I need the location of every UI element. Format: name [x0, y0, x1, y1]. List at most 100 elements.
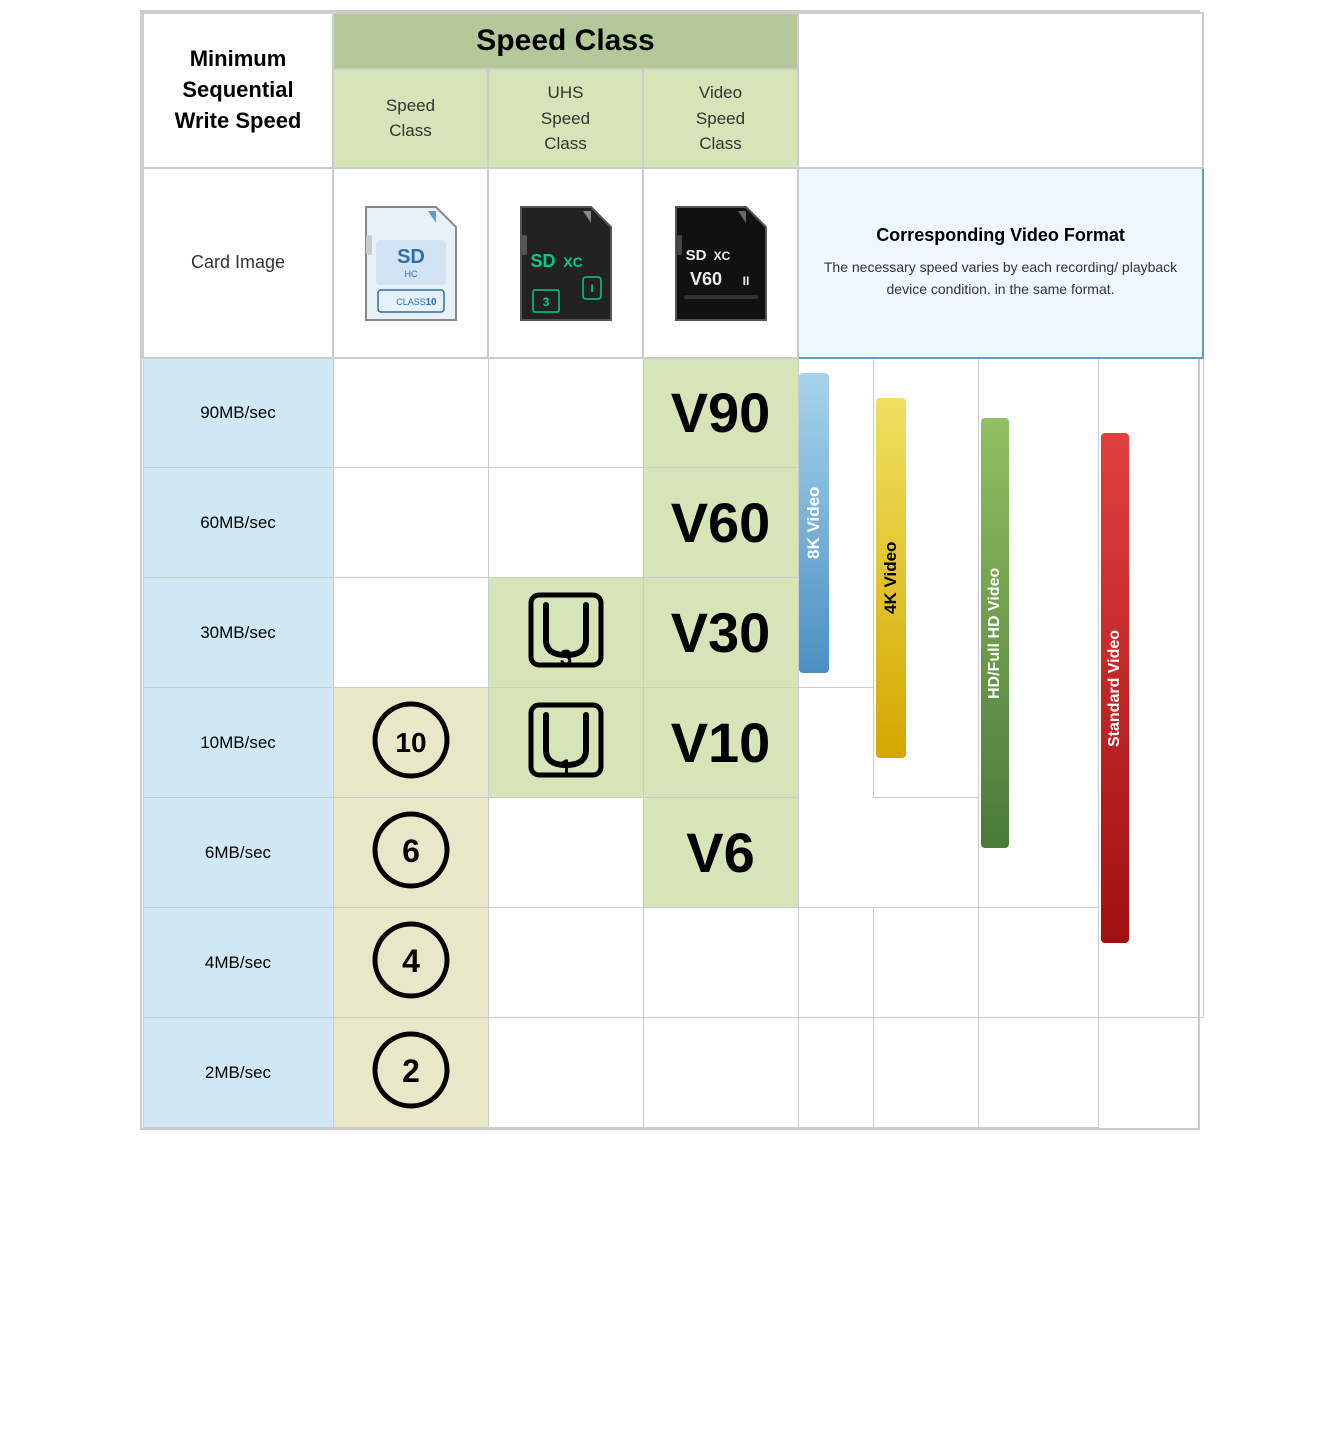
sdxc-i-card-cell: SD XC I 3 — [488, 168, 643, 358]
svg-text:10: 10 — [395, 727, 426, 758]
speed-6-label: 6MB/sec — [205, 843, 271, 862]
speed-6: 6MB/sec — [143, 798, 333, 908]
svg-text:I: I — [590, 283, 593, 295]
u3-symbol-svg: 3 — [526, 590, 606, 670]
speed-30-label: 30MB/sec — [200, 623, 276, 642]
uhs-speed-class-sub: UHSSpeedClass — [488, 69, 643, 168]
main-container: MinimumSequentialWrite Speed Speed Class… — [140, 10, 1200, 1130]
sc-c6-cell: 6 — [333, 798, 488, 908]
speed-class-header: Speed Class — [333, 13, 798, 69]
uhs-4-empty — [488, 908, 643, 1018]
vsc-2-empty — [643, 1018, 798, 1128]
col7-2mb — [978, 1018, 1098, 1128]
4k-video-label: 4K Video — [876, 398, 906, 758]
sc-90-empty — [333, 358, 488, 468]
svg-text:6: 6 — [402, 833, 420, 869]
uhs-2-empty — [488, 1018, 643, 1128]
sdhc-card-svg: SD HC CLASS 10 — [356, 195, 466, 325]
c10-symbol-svg: 10 — [371, 700, 451, 780]
sc-c10-cell: 10 — [333, 688, 488, 798]
speed-10: 10MB/sec — [143, 688, 333, 798]
svg-text:10: 10 — [425, 297, 437, 308]
sdxc-ii-card-svg: SD XC V60 II — [666, 195, 776, 325]
8k-video-label: 8K Video — [799, 373, 829, 673]
std-video-label: Standard Video — [1101, 433, 1129, 943]
uhs-90-empty — [488, 358, 643, 468]
v60-symbol: V60 — [671, 491, 771, 554]
svg-text:HC: HC — [404, 269, 417, 279]
c6-symbol-svg: 6 — [371, 810, 451, 890]
card-image-label: Card Image — [191, 252, 285, 272]
row-90mb: 90MB/sec V90 8K Video 4K Video — [143, 358, 1203, 468]
svg-text:XC: XC — [563, 254, 582, 270]
hd-video-cell: HD/Full HD Video — [978, 358, 1098, 908]
svg-text:2: 2 — [402, 1053, 420, 1089]
c4-symbol-svg: 4 — [371, 920, 451, 1000]
speed-60-label: 60MB/sec — [200, 513, 276, 532]
speed-10-label: 10MB/sec — [200, 733, 276, 752]
v90-symbol: V90 — [671, 381, 771, 444]
v30-symbol: V30 — [671, 601, 771, 664]
col5-2mb — [798, 1018, 873, 1128]
uhs-speed-class-sub-label: UHSSpeedClass — [541, 83, 590, 153]
empty-top-right — [798, 13, 1203, 168]
hd-video-text: HD/Full HD Video — [986, 567, 1004, 698]
svg-text:V60: V60 — [690, 269, 722, 289]
vsc-v6: V6 — [643, 798, 798, 908]
min-write-header: MinimumSequentialWrite Speed — [143, 13, 333, 168]
sc-c4-cell: 4 — [333, 908, 488, 1018]
uhs-u1-cell: 1 — [488, 688, 643, 798]
8k-video-text: 8K Video — [804, 487, 824, 559]
c2-symbol-svg: 2 — [371, 1030, 451, 1110]
card-image-row: Card Image SD HC CLASS 10 — [143, 168, 1203, 358]
4k-video-cell: 4K Video — [873, 358, 978, 798]
svg-text:CLASS: CLASS — [396, 297, 426, 307]
video-format-desc: The necessary speed varies by each recor… — [814, 256, 1187, 301]
v6-symbol: V6 — [686, 821, 755, 884]
uhs-60-empty — [488, 468, 643, 578]
video-speed-class-sub-label: VideoSpeedClass — [696, 83, 745, 153]
speed-class-sub: SpeedClass — [333, 69, 488, 168]
vsc-v10: V10 — [643, 688, 798, 798]
speed-4: 4MB/sec — [143, 908, 333, 1018]
speed-4-label: 4MB/sec — [205, 953, 271, 972]
video-format-box: Corresponding Video Format The necessary… — [814, 225, 1187, 301]
vsc-v30: V30 — [643, 578, 798, 688]
vsc-v90: V90 — [643, 358, 798, 468]
vsc-4-empty — [643, 908, 798, 1018]
speed-class-title: Speed Class — [476, 24, 654, 57]
speed-2-label: 2MB/sec — [205, 1063, 271, 1082]
svg-text:1: 1 — [559, 755, 571, 780]
sdxc-i-card-svg: SD XC I 3 — [511, 195, 621, 325]
svg-text:3: 3 — [559, 645, 571, 670]
u1-symbol-svg: 1 — [526, 700, 606, 780]
row-4mb: 4MB/sec 4 — [143, 908, 1203, 1018]
svg-text:SD: SD — [530, 251, 555, 271]
video-speed-class-sub: VideoSpeedClass — [643, 69, 798, 168]
col5-4mb — [798, 908, 873, 1018]
std-video-cell: Standard Video — [1098, 358, 1203, 1018]
speed-30: 30MB/sec — [143, 578, 333, 688]
4k-video-text: 4K Video — [881, 542, 901, 614]
svg-text:XC: XC — [713, 249, 730, 263]
min-write-label: MinimumSequentialWrite Speed — [175, 46, 302, 133]
col7-4mb — [978, 908, 1098, 1018]
speed-90-label: 90MB/sec — [200, 403, 276, 422]
col6-2mb — [873, 1018, 978, 1128]
video-format-cell: Corresponding Video Format The necessary… — [798, 168, 1203, 358]
speed-class-table: MinimumSequentialWrite Speed Speed Class… — [142, 12, 1204, 1128]
row-2mb: 2MB/sec 2 — [143, 1018, 1203, 1128]
col6-4mb — [873, 908, 978, 1018]
8k-video-cell: 8K Video — [798, 358, 873, 688]
video-format-title: Corresponding Video Format — [814, 225, 1187, 246]
std-video-text: Standard Video — [1106, 629, 1124, 746]
header-row-1: MinimumSequentialWrite Speed Speed Class — [143, 13, 1203, 69]
uhs-u3-cell: 3 — [488, 578, 643, 688]
vsc-v60: V60 — [643, 468, 798, 578]
card-image-label-cell: Card Image — [143, 168, 333, 358]
svg-text:4: 4 — [402, 943, 420, 979]
sc-60-empty — [333, 468, 488, 578]
svg-text:3: 3 — [542, 295, 549, 309]
svg-text:II: II — [742, 274, 749, 288]
sc-30-empty — [333, 578, 488, 688]
